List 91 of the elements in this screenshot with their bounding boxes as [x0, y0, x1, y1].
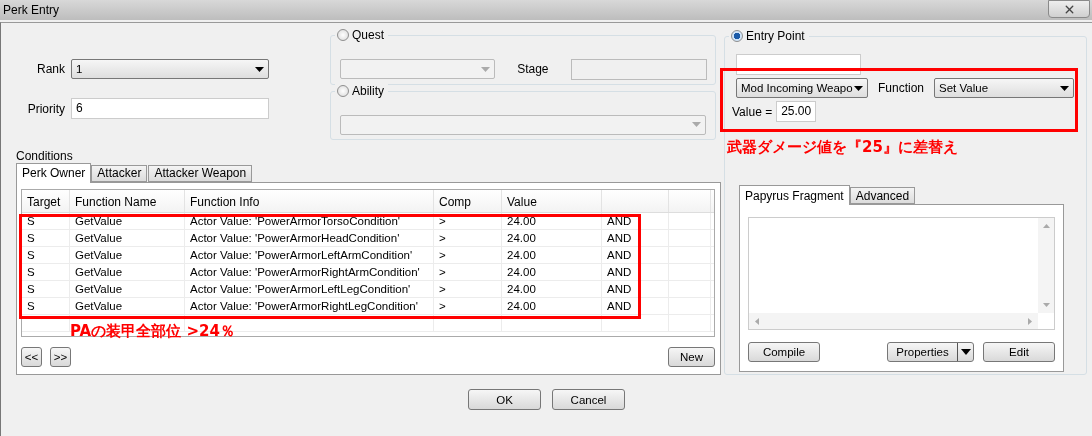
properties-button[interactable]: Properties — [887, 342, 974, 362]
table-cell: > — [434, 246, 502, 263]
table-cell: AND — [602, 297, 669, 314]
table-cell: 24.00 — [502, 246, 602, 263]
ability-radio[interactable] — [337, 85, 349, 97]
dialog-button[interactable]: OK — [468, 389, 541, 410]
caret-icon — [960, 349, 971, 355]
table-cell: Actor Value: 'PowerArmorRightLegCondition' — [185, 297, 434, 314]
conditions-tab[interactable]: Attacker Weapon — [148, 164, 253, 182]
value-label: Value = — [732, 104, 773, 119]
quest-radio[interactable] — [337, 29, 349, 41]
priority-field[interactable]: 6 — [71, 98, 269, 119]
down-arrow-icon — [1042, 303, 1050, 307]
table-cell: GetValue — [70, 229, 185, 246]
table-cell: Actor Value: 'PowerArmorRightArmCondition' — [185, 263, 434, 280]
table-cell: S — [22, 229, 70, 246]
ability-dropdown[interactable] — [340, 114, 706, 135]
table-cell: Actor Value: 'PowerArmorLeftLegCondition' — [185, 280, 434, 297]
close-button[interactable] — [1048, 0, 1090, 18]
table-cell: > — [434, 263, 502, 280]
table-cell: AND — [602, 246, 669, 263]
entry-point-radio[interactable] — [731, 30, 743, 42]
table-cell: S — [22, 246, 70, 263]
table-cell: S — [22, 297, 70, 314]
script-tab[interactable]: Advanced — [849, 187, 916, 204]
table-cell: AND — [602, 263, 669, 280]
table-cell: GetValue — [70, 297, 185, 314]
column-header[interactable]: Target — [22, 189, 70, 212]
column-header[interactable]: Function Info — [185, 189, 434, 212]
entry-point-label: Entry Point — [746, 29, 805, 43]
table-cell: GetValue — [70, 212, 185, 229]
table-cell: 24.00 — [502, 212, 602, 229]
table-cell: 24.00 — [502, 280, 602, 297]
stage-field[interactable] — [570, 58, 707, 80]
conditions-label: Conditions — [16, 148, 73, 163]
dialog-button[interactable]: Cancel — [552, 389, 625, 410]
rank-label: Rank — [36, 62, 66, 76]
table-cell: S — [22, 280, 70, 297]
table-cell: GetValue — [70, 280, 185, 297]
column-header[interactable]: Function Name — [70, 189, 185, 212]
caret-icon — [255, 66, 264, 72]
value-field[interactable]: 25.00 — [776, 101, 817, 122]
window-title: Perk Entry — [3, 3, 59, 17]
script-editor[interactable] — [748, 217, 1055, 330]
quest-label: Quest — [352, 28, 384, 42]
entry-point-dropdown[interactable]: Mod Incoming Weapo — [736, 78, 868, 98]
table-cell: AND — [602, 280, 669, 297]
table-cell: Actor Value: 'PowerArmorTorsoCondition' — [185, 212, 434, 229]
up-arrow-icon — [1042, 224, 1050, 228]
conditions-tab[interactable]: Perk Owner — [16, 162, 92, 183]
caret-icon — [481, 66, 491, 72]
vertical-scrollbar[interactable] — [1038, 218, 1054, 313]
left-arrow-icon — [755, 317, 759, 325]
table-cell: > — [434, 297, 502, 314]
rank-dropdown[interactable]: 1 — [71, 59, 269, 79]
table-cell: S — [22, 263, 70, 280]
priority-label: Priority — [27, 101, 66, 116]
table-cell: > — [434, 280, 502, 297]
script-tab[interactable]: Papyrus Fragment — [739, 185, 850, 205]
table-cell: > — [434, 229, 502, 246]
right-arrow-icon — [1028, 317, 1032, 325]
table-cell: 24.00 — [502, 229, 602, 246]
table-cell: > — [434, 212, 502, 229]
table-cell: 24.00 — [502, 263, 602, 280]
stage-label: Stage — [517, 62, 549, 76]
compile-button[interactable]: Compile — [748, 342, 820, 362]
table-cell: S — [22, 212, 70, 229]
annotation-text: 武器ダメージ値を『25』に差替え — [727, 138, 958, 157]
column-header[interactable]: Comp — [434, 189, 502, 212]
horizontal-scrollbar[interactable] — [749, 313, 1038, 329]
table-cell: 24.00 — [502, 297, 602, 314]
nav-button[interactable]: << — [21, 346, 42, 367]
table-cell: Actor Value: 'PowerArmorLeftArmCondition' — [185, 246, 434, 263]
annotation-text: PAの装甲全部位 >24％ — [70, 322, 235, 341]
caret-icon — [1060, 85, 1070, 91]
table-cell: GetValue — [70, 246, 185, 263]
table-cell: AND — [602, 212, 669, 229]
edit-button[interactable]: Edit — [983, 342, 1055, 362]
function-dropdown[interactable]: Set Value — [934, 78, 1075, 98]
table-cell: AND — [602, 229, 669, 246]
table-cell: Actor Value: 'PowerArmorHeadCondition' — [185, 229, 434, 246]
conditions-tab[interactable]: Attacker — [91, 164, 148, 182]
ability-label: Ability — [352, 84, 384, 98]
caret-icon — [692, 122, 701, 127]
column-header[interactable]: Value — [502, 189, 602, 212]
function-label: Function — [878, 81, 925, 95]
caret-icon — [854, 85, 863, 91]
quest-dropdown[interactable] — [340, 59, 496, 79]
table-cell: GetValue — [70, 263, 185, 280]
nav-button[interactable]: >> — [50, 346, 71, 367]
new-button[interactable]: New — [668, 346, 715, 367]
